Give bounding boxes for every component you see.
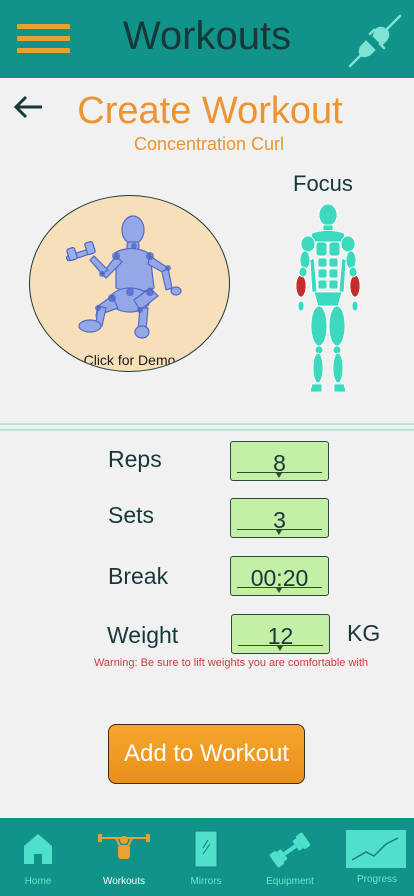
sets-stepper[interactable]: 3 <box>230 498 329 538</box>
page-title: Create Workout <box>77 90 343 132</box>
reps-stepper[interactable]: 8 <box>230 441 329 481</box>
muscle-focus-diagram <box>295 203 361 393</box>
dropdown-arrow-icon <box>276 530 282 535</box>
home-icon <box>24 834 52 864</box>
plug-icon[interactable] <box>346 12 404 70</box>
mannequin-illustration <box>65 215 182 339</box>
break-stepper[interactable]: 00:20 <box>230 556 329 596</box>
weight-stepper[interactable]: 12 <box>231 614 330 654</box>
nav-item-equipment[interactable]: Equipment <box>252 818 328 896</box>
nav-label-mirrors: Mirrors <box>190 876 222 887</box>
focus-label: Focus <box>293 171 353 196</box>
dumbbell-icon <box>269 832 311 868</box>
weight-unit: KG <box>347 620 381 646</box>
nav-item-mirrors[interactable]: Mirrors <box>168 818 244 896</box>
nav-label-progress: Progress <box>356 874 397 885</box>
exercise-name: Concentration Curl <box>133 134 285 154</box>
nav-label-home: Home <box>24 876 52 887</box>
dropdown-arrow-icon <box>276 473 282 478</box>
progress-chart-icon <box>346 830 406 868</box>
weight-warning: Warning: Be sure to lift weights you are… <box>93 657 369 669</box>
demo-button[interactable]: Click for Demo <box>29 195 230 372</box>
sets-label: Sets <box>108 502 155 528</box>
break-label: Break <box>108 563 169 589</box>
nav-item-home[interactable]: Home <box>0 818 76 896</box>
weight-label: Weight <box>107 622 179 648</box>
add-to-workout-button[interactable]: Add to Workout <box>108 724 305 784</box>
demo-label: Click for Demo <box>83 352 176 368</box>
divider <box>0 423 414 425</box>
app-header: Workouts <box>0 0 414 78</box>
dropdown-arrow-icon <box>277 646 283 651</box>
reps-label: Reps <box>108 446 162 472</box>
bottom-nav: Home Workouts Mirrors Equipment Progress <box>0 818 414 896</box>
nav-label-equipment: Equipment <box>266 876 314 887</box>
mirror-icon <box>194 830 218 868</box>
dropdown-arrow-icon <box>276 588 282 593</box>
nav-label-workouts: Workouts <box>102 876 146 887</box>
nav-item-workouts[interactable]: Workouts <box>86 818 162 896</box>
weightlifter-icon <box>98 834 150 859</box>
nav-item-progress[interactable]: Progress <box>340 818 414 896</box>
divider <box>0 429 414 431</box>
